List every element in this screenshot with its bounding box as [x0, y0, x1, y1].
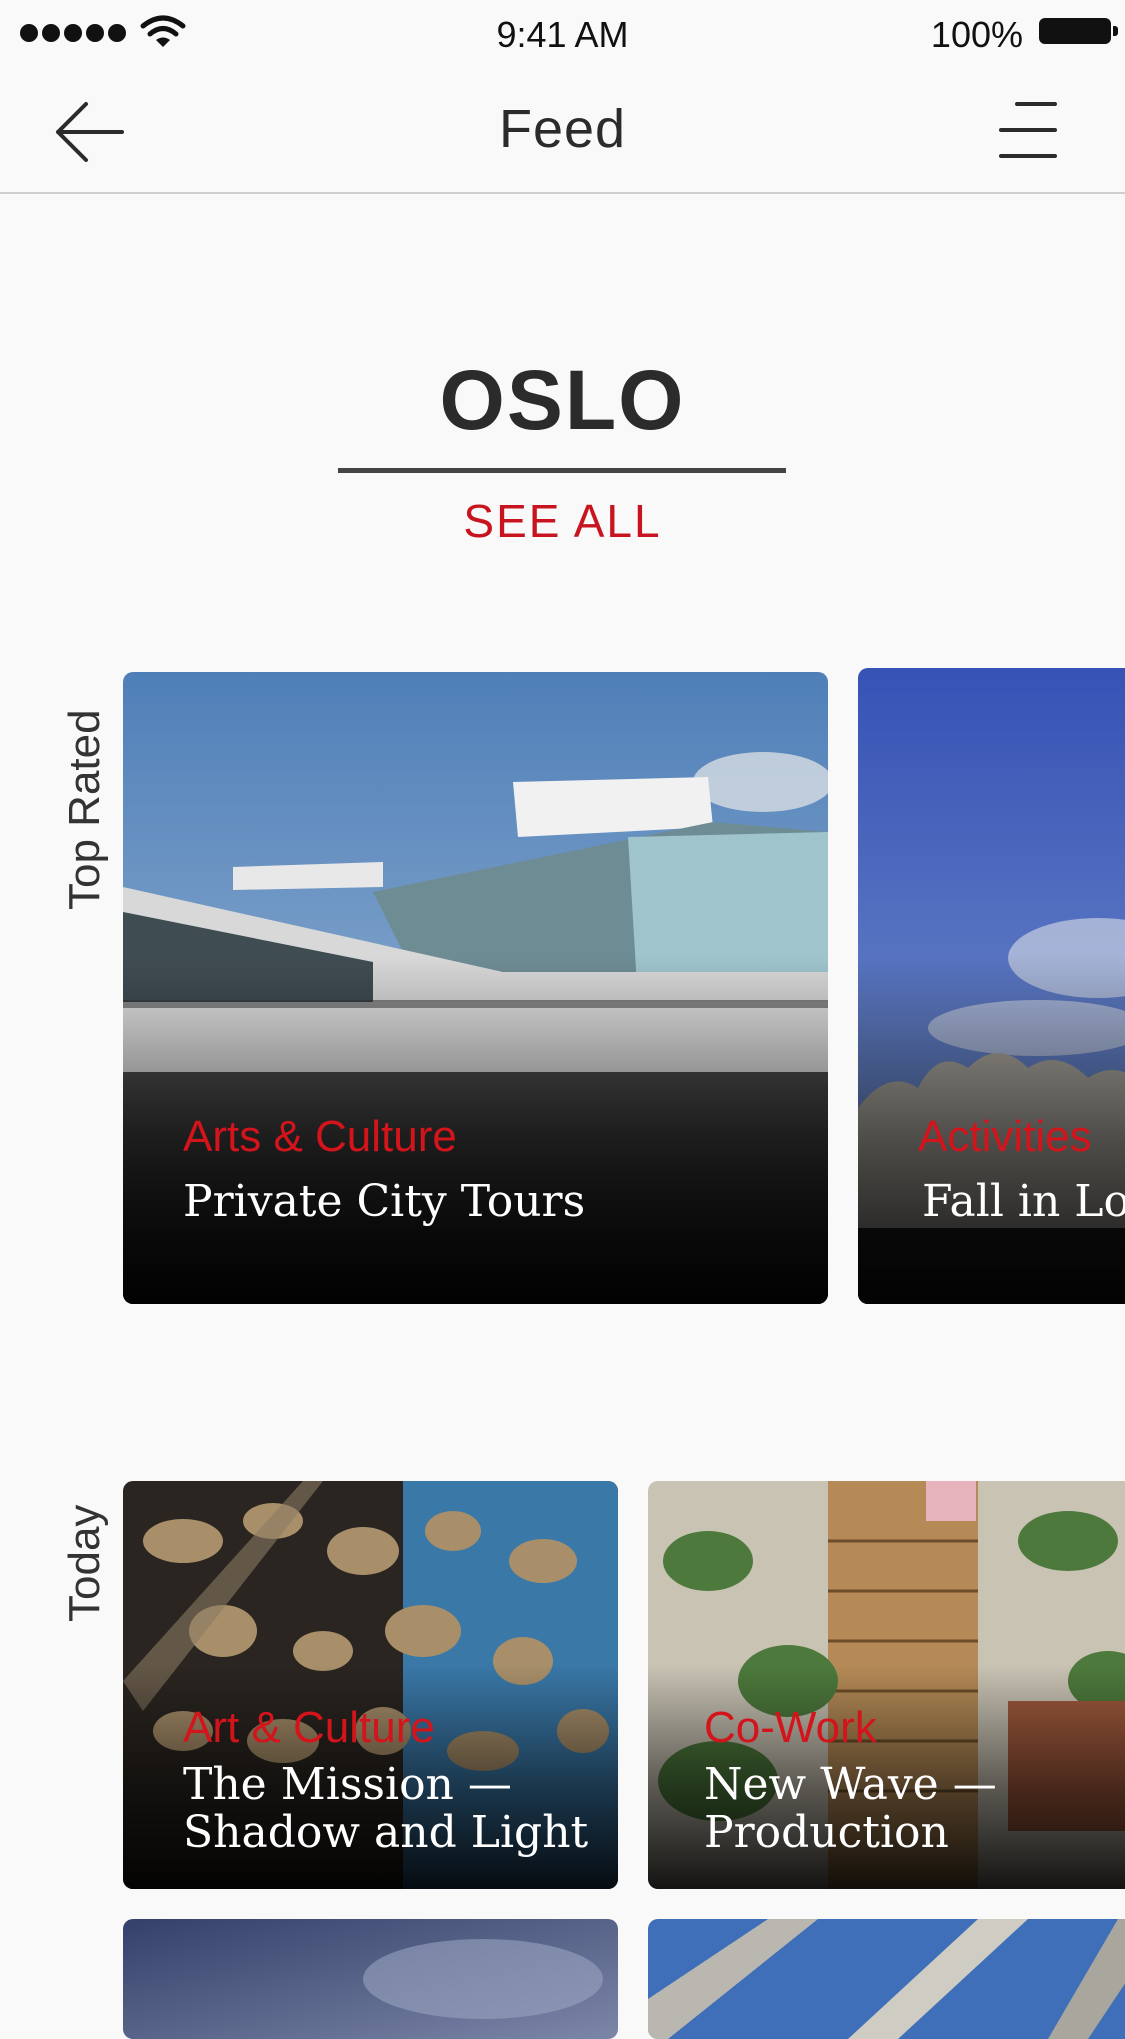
- card-title: Fall in Lov: [922, 1176, 1125, 1227]
- card-category: Co-Work: [704, 1703, 877, 1752]
- status-bar: 9:41 AM 100%: [0, 0, 1125, 70]
- card-category: Activities: [918, 1112, 1092, 1161]
- battery-icon: [1039, 18, 1118, 44]
- card-title-line2: Production: [704, 1807, 949, 1858]
- card-title-line2: Shadow and Light: [183, 1807, 589, 1858]
- card-category: Art & Culture: [183, 1703, 435, 1752]
- navigation-bar: Feed: [0, 70, 1125, 194]
- card-fall-in-love[interactable]: Activities Fall in Lov: [858, 668, 1125, 1304]
- metal-structure-photo: [648, 1919, 1125, 2039]
- card-partial-storm[interactable]: [123, 1919, 618, 2039]
- card-title-line1: The Mission —: [183, 1759, 512, 1810]
- city-divider: [338, 468, 786, 473]
- battery-percentage: 100%: [930, 14, 1023, 55]
- card-the-mission[interactable]: Art & Culture The Mission — Shadow and L…: [123, 1481, 618, 1889]
- city-name: OSLO: [439, 353, 686, 447]
- card-title-line1: New Wave —: [704, 1759, 997, 1810]
- section-label-today: Today: [60, 1504, 109, 1622]
- page-title: Feed: [498, 99, 627, 159]
- storm-sky-photo: [123, 1919, 618, 2039]
- card-category: Arts & Culture: [183, 1112, 457, 1161]
- section-label-top-rated: Top Rated: [60, 709, 109, 910]
- menu-icon[interactable]: [997, 100, 1059, 160]
- card-new-wave[interactable]: Co-Work New Wave — Production: [648, 1481, 1125, 1889]
- card-partial-structure[interactable]: [648, 1919, 1125, 2039]
- see-all-link[interactable]: SEE ALL: [0, 494, 1125, 548]
- card-private-city-tours[interactable]: Arts & Culture Private City Tours: [123, 672, 828, 1304]
- card-title: Private City Tours: [183, 1176, 586, 1227]
